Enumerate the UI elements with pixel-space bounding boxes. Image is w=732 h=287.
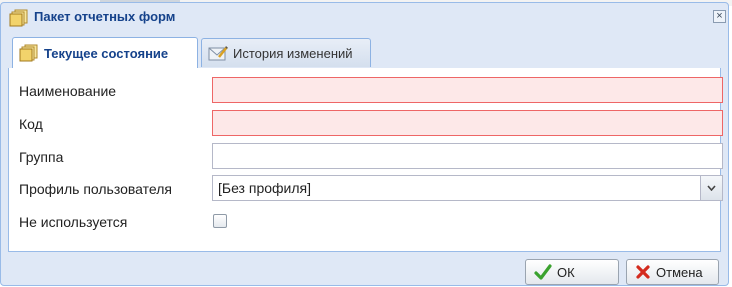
profile-label: Профиль пользователя (19, 181, 172, 197)
cancel-button-label: Отмена (656, 264, 703, 280)
dialog-footer: ОК Отмена (1, 253, 728, 287)
chevron-down-icon (707, 185, 716, 191)
tab-current-state[interactable]: Текущее состояние (12, 37, 198, 68)
tab-label: История изменений (233, 45, 353, 61)
mail-edit-icon (208, 46, 228, 61)
folder-icon (9, 9, 28, 27)
tab-strip: Текущее состояние История изменений (8, 34, 721, 69)
titlebar[interactable]: Пакет отчетных форм × (1, 3, 728, 31)
tab-history[interactable]: История изменений (201, 38, 371, 67)
profile-dropdown-trigger[interactable] (700, 176, 722, 200)
profile-select-value: [Без профиля] (218, 180, 311, 196)
cross-icon (636, 265, 650, 279)
ok-button[interactable]: ОК (525, 259, 619, 285)
form-row-code: Код (9, 110, 723, 136)
close-icon: × (716, 10, 723, 22)
group-label: Группа (19, 149, 64, 165)
profile-select[interactable]: [Без профиля] (212, 175, 723, 201)
unused-checkbox[interactable] (213, 214, 227, 228)
close-button[interactable]: × (713, 10, 726, 23)
window-title: Пакет отчетных форм (34, 9, 176, 24)
form-panel: Наименование Код Группа Профиль пользова… (8, 68, 723, 252)
form-row-profile: Профиль пользователя [Без профиля] (9, 175, 723, 201)
name-label: Наименование (19, 83, 117, 99)
dialog-window: Пакет отчетных форм × Текущее состояние … (0, 2, 729, 286)
folder-icon (19, 44, 38, 62)
tab-label: Текущее состояние (44, 45, 169, 61)
group-field[interactable] (212, 143, 723, 169)
form-row-name: Наименование (9, 77, 723, 103)
form-row-unused: Не используется (9, 208, 720, 234)
name-field[interactable] (212, 77, 723, 103)
cancel-button[interactable]: Отмена (626, 259, 719, 285)
unused-label: Не используется (19, 214, 128, 230)
code-label: Код (19, 116, 43, 132)
form-row-group: Группа (9, 143, 723, 169)
checkmark-icon (534, 264, 552, 280)
code-field[interactable] (212, 110, 723, 136)
ok-button-label: ОК (557, 264, 575, 280)
